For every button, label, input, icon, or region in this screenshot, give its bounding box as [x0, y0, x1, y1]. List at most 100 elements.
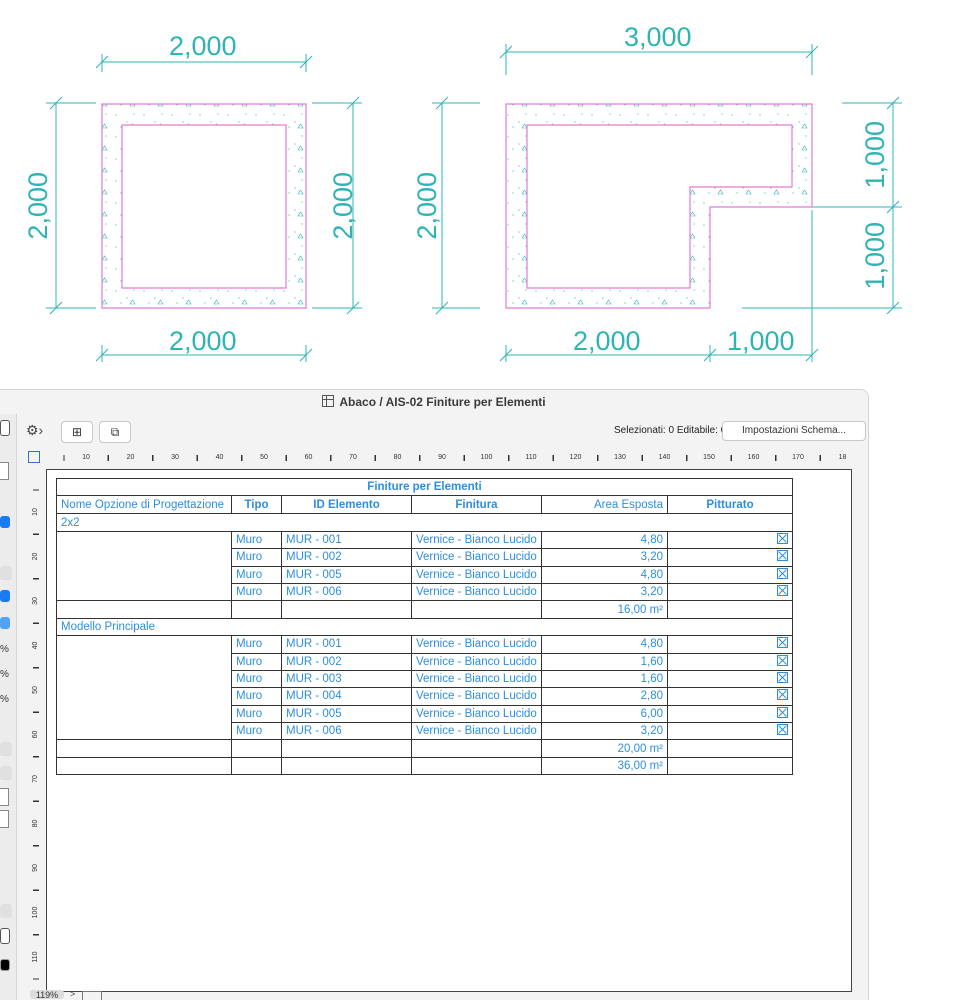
cell-tipo: Muro [231, 548, 282, 567]
ruler-label: 80 [394, 454, 402, 461]
checkbox-checked-icon[interactable] [777, 689, 788, 701]
schedule-header-row: Nome Opzione di Progettazione Tipo ID Elem… [56, 495, 793, 515]
empty-cell [231, 600, 282, 619]
panel-view-button[interactable] [0, 420, 10, 436]
cell-tipo: Muro [231, 582, 282, 602]
ruler-label: 30 [32, 597, 39, 605]
ruler-label: 50 [260, 454, 268, 461]
ruler-label: 50 [32, 686, 39, 694]
dim-right-right-upper: 1,000 [860, 121, 890, 189]
group-spacer-cell [56, 530, 232, 602]
panel-dropdown-button[interactable] [0, 590, 10, 602]
panel-layout-icon[interactable] [0, 928, 10, 944]
panel-button-4[interactable] [0, 904, 12, 918]
dim-right-bottom-right: 1,000 [727, 326, 795, 356]
group-header-row: Modello Principale [56, 617, 793, 637]
dim-right-top: 3,000 [624, 22, 692, 52]
cell-pitturato [667, 704, 793, 724]
dim-left-right: 2,000 [328, 172, 358, 240]
column-header[interactable]: Pitturato [667, 495, 793, 515]
cell-id: MUR - 005 [281, 704, 412, 724]
panel-percent-3: % [0, 694, 9, 705]
panel-button-1[interactable] [0, 566, 12, 580]
column-header[interactable]: Nome Opzione di Progettazione [56, 495, 232, 515]
dim-left-left: 2,000 [23, 172, 53, 240]
ruler-corner-icon[interactable] [28, 451, 40, 463]
cell-area: 3,20 [541, 548, 668, 567]
panel-stepper-button[interactable] [0, 516, 10, 528]
ruler-label: 170 [792, 454, 804, 461]
cell-area: 3,20 [541, 722, 668, 741]
cell-id: MUR - 002 [281, 652, 412, 671]
cell-pitturato [667, 565, 793, 584]
checkbox-checked-icon[interactable] [777, 532, 788, 544]
window-title: Abaco / AIS-02 Finiture per Elementi [339, 395, 546, 409]
ruler-label: 130 [614, 454, 626, 461]
cell-tipo: Muro [231, 635, 282, 654]
panel-field[interactable] [0, 462, 9, 480]
layout-button[interactable]: ⊞ [61, 421, 93, 443]
panel-color-black[interactable] [0, 959, 10, 971]
checkbox-checked-icon[interactable] [777, 724, 788, 736]
cell-pitturato [667, 530, 793, 550]
cell-area: 4,80 [541, 530, 668, 550]
ruler-label: 70 [32, 775, 39, 783]
empty-cell [281, 600, 412, 619]
schedule-title: Finiture per Elementi [56, 477, 793, 497]
selection-info: Selezionati: 0 Editabile: 0 [614, 425, 727, 436]
checkbox-checked-icon[interactable] [777, 654, 788, 666]
table-icon [322, 395, 335, 407]
empty-cell [56, 739, 232, 758]
checkbox-checked-icon[interactable] [777, 706, 788, 718]
subtotal-value: 20,00 m² [541, 739, 668, 758]
cell-pitturato [667, 669, 793, 689]
cell-id: MUR - 006 [281, 582, 412, 602]
zoom-level[interactable]: 119% [30, 990, 64, 999]
cell-finitura: Vernice - Bianco Lucido [411, 722, 542, 741]
cell-tipo: Muro [231, 565, 282, 584]
panel-input-2[interactable] [0, 810, 9, 828]
arrange-button[interactable]: ⧉ [99, 421, 131, 443]
cell-tipo: Muro [231, 722, 282, 741]
checkbox-checked-icon[interactable] [777, 550, 788, 562]
vertical-ruler: 10 20 30 40 50 60 70 80 90 100 110 [32, 489, 39, 980]
ruler-label: 110 [525, 454, 536, 461]
ruler-label: 80 [32, 820, 39, 828]
table-row[interactable]: Muro MUR - 001 Vernice - Bianco Lucido 4,80 [56, 530, 793, 602]
panel-color-swatch[interactable] [0, 617, 10, 629]
column-header[interactable]: ID Elemento [281, 495, 412, 515]
cell-area: 1,60 [541, 669, 668, 689]
panel-input-1[interactable] [0, 788, 9, 806]
panel-button-3[interactable] [0, 766, 12, 780]
cell-area: 3,20 [541, 582, 668, 602]
column-header[interactable]: Area Esposta [541, 495, 668, 515]
cell-finitura: Vernice - Bianco Lucido [411, 687, 542, 706]
group-name: 2x2 [56, 513, 793, 532]
cell-area: 1,60 [541, 652, 668, 671]
column-header[interactable]: Tipo [231, 495, 282, 515]
schedule-settings-button[interactable]: Impostazioni Schema... [722, 421, 866, 441]
cell-tipo: Muro [231, 652, 282, 671]
cell-tipo: Muro [231, 704, 282, 724]
schedule-toolbar: ⚙› ⊞ ⧉ Selezionati: 0 Editabile: 0 Impos… [22, 421, 868, 443]
empty-cell [411, 756, 542, 776]
window-titlebar[interactable]: Abaco / AIS-02 Finiture per Elementi [0, 390, 868, 414]
empty-cell [411, 600, 542, 619]
cell-id: MUR - 003 [281, 669, 412, 689]
checkbox-checked-icon[interactable] [777, 585, 788, 597]
ruler-label: 60 [305, 454, 313, 461]
gear-icon[interactable]: ⚙› [26, 422, 43, 439]
ruler-label: 60 [32, 731, 39, 739]
column-header[interactable]: Finitura [411, 495, 542, 515]
table-row[interactable]: Muro MUR - 001 Vernice - Bianco Lucido 4,80 [56, 635, 793, 741]
cell-finitura: Vernice - Bianco Lucido [411, 704, 542, 724]
ruler-label: 20 [127, 454, 135, 461]
checkbox-checked-icon[interactable] [777, 637, 788, 649]
checkbox-checked-icon[interactable] [777, 567, 788, 579]
subtotal-value: 16,00 m² [541, 600, 668, 619]
checkbox-checked-icon[interactable] [777, 672, 788, 684]
panel-button-2[interactable] [0, 742, 12, 756]
zoom-arrow-icon[interactable]: > [70, 989, 75, 999]
cell-finitura: Vernice - Bianco Lucido [411, 635, 542, 654]
subtotal-row: 20,00 m² [56, 739, 793, 758]
